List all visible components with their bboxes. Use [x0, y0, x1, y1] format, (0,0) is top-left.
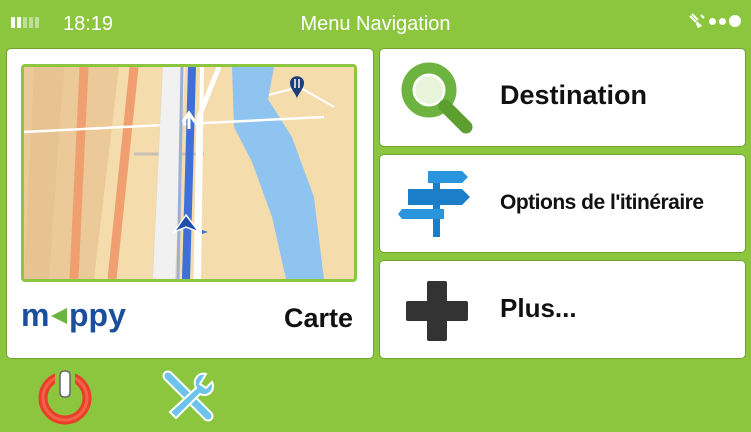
- search-magnifier-icon: [398, 59, 476, 137]
- mappy-logo: m ppy: [21, 296, 161, 343]
- page-title: Menu Navigation: [300, 13, 451, 35]
- status-bar: 18:19 Menu Navigation: [0, 0, 751, 46]
- map-preview: [21, 64, 357, 282]
- map-label: Carte: [283, 303, 353, 333]
- more-button[interactable]: Plus...: [380, 261, 745, 358]
- signpost-icon: [398, 165, 476, 243]
- destination-button[interactable]: Destination: [380, 49, 745, 146]
- gps-satellite-icon: [688, 12, 741, 30]
- route-options-label: Options de l'itinéraire: [500, 191, 704, 214]
- route-options-button[interactable]: Options de l'itinéraire: [380, 155, 745, 252]
- settings-button[interactable]: [158, 366, 218, 426]
- map-tile-button[interactable]: m ppy Carte: [7, 49, 373, 358]
- more-label: Plus...: [500, 293, 577, 323]
- mappy-logo-suffix: ppy: [69, 297, 126, 333]
- power-button[interactable]: [35, 366, 95, 426]
- tools-icon: [162, 370, 214, 422]
- power-icon: [38, 368, 92, 425]
- plus-icon: [398, 271, 476, 349]
- mappy-logo-prefix: m: [21, 297, 49, 333]
- destination-label: Destination: [500, 80, 648, 110]
